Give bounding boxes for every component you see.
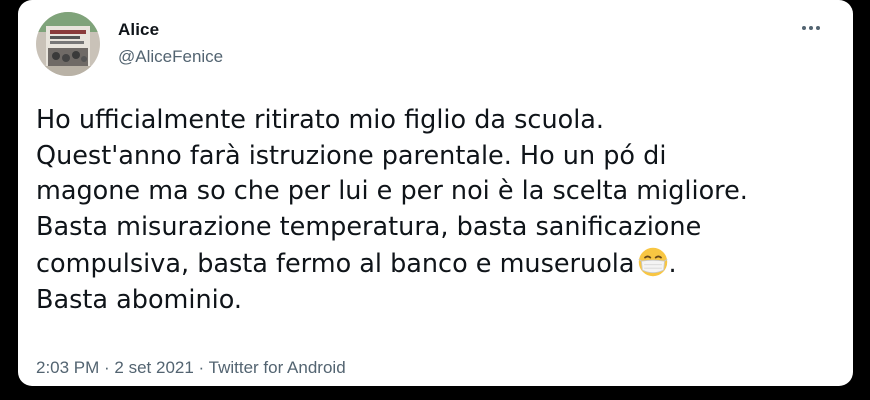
tweet-line: Basta abominio.: [36, 284, 242, 315]
tweet-source-link[interactable]: Twitter for Android: [209, 358, 346, 377]
tweet-line: Basta misurazione temperatura, basta san…: [36, 212, 702, 243]
avatar[interactable]: [36, 12, 100, 76]
tweet-line: Ho ufficialmente ritirato mio figlio da …: [36, 105, 605, 135]
more-options-icon: [802, 26, 820, 30]
tweet-line: Quest'anno farà istruzione parentale. Ho…: [36, 140, 667, 171]
face-with-medical-mask-icon: [637, 247, 668, 277]
author-name[interactable]: Alice: [118, 20, 159, 40]
tweet-date: 2 set 2021: [114, 358, 194, 377]
tweet-line-suffix: .: [668, 248, 677, 279]
tweet-card: Alice @AliceFenice Ho ufficialmente riti…: [18, 0, 853, 386]
tweet-line-with-emoji: compulsiva, basta fermo al banco e muser…: [36, 246, 836, 283]
author-handle[interactable]: @AliceFenice: [118, 47, 223, 67]
separator: ·: [99, 358, 115, 377]
tweet-time: 2:03 PM: [36, 358, 100, 377]
tweet-text: Ho ufficialmente ritirato mio figlio da …: [36, 103, 836, 318]
tweet-metadata: 2:03 PM · 2 set 2021 · Twitter for Andro…: [36, 358, 346, 378]
tweet-line: compulsiva, basta fermo al banco e muser…: [36, 248, 635, 279]
more-options-button[interactable]: [799, 18, 823, 38]
profile-photo-icon: [36, 12, 100, 76]
tweet-line: magone ma so che per lui e per noi è la …: [36, 176, 748, 207]
tweet-time-link[interactable]: 2:03 PM · 2 set 2021: [36, 358, 194, 377]
separator: ·: [193, 358, 209, 377]
